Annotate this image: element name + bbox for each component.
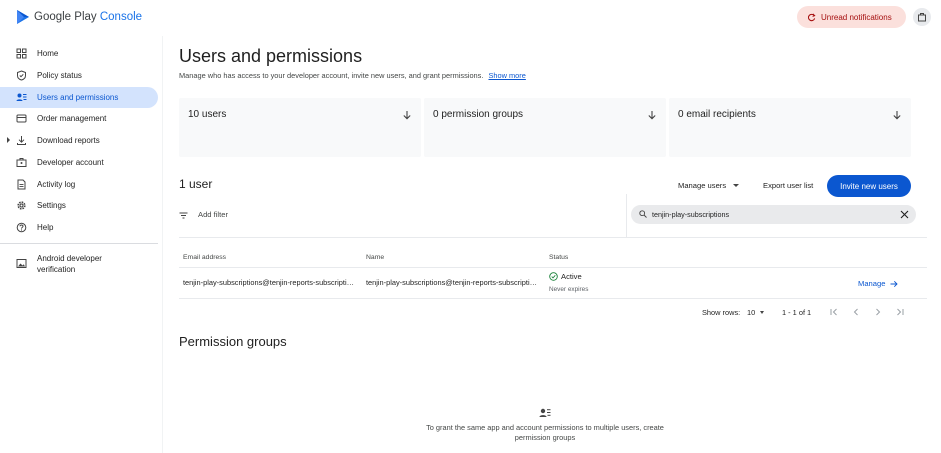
card-title: 0 permission groups: [433, 109, 524, 120]
column-header-email[interactable]: Email address: [183, 254, 226, 261]
expand-caret-icon[interactable]: [7, 137, 10, 143]
sidebar-item-home[interactable]: Home: [0, 43, 158, 64]
add-filter-button[interactable]: Add filter: [198, 210, 228, 219]
sidebar-item-activity-log[interactable]: Activity log: [0, 174, 158, 195]
sidebar-item-label: Policy status: [37, 71, 82, 80]
logo-prefix: Google Play: [34, 11, 97, 23]
column-header-name[interactable]: Name: [366, 254, 384, 261]
search-icon: [639, 210, 647, 218]
manage-users-label: Manage users: [678, 181, 727, 190]
unread-notifications-button[interactable]: Unread notifications: [797, 6, 906, 28]
notification-refresh-icon: [807, 13, 816, 21]
filter-divider: [626, 194, 627, 238]
dropdown-arrow-icon: [760, 311, 765, 314]
play-logo-icon: [17, 10, 29, 24]
sidebar-item-label: Users and permissions: [37, 93, 119, 102]
top-header: Google Play Console Unread notifications: [0, 0, 941, 36]
user-email-cell: tenjin-play-subscriptions@tenjin-reports…: [183, 278, 356, 287]
export-user-list-button[interactable]: Export user list: [763, 181, 813, 190]
arrow-down-icon: [647, 110, 657, 120]
sidebar-item-settings[interactable]: Settings: [0, 195, 158, 216]
rows-per-page-label: Show rows:: [702, 308, 741, 317]
main-content: Users and permissions Manage who has acc…: [162, 36, 941, 453]
sidebar-nav: Home Policy status Users and permissions…: [0, 36, 162, 453]
email-recipients-summary-card[interactable]: 0 email recipients: [669, 98, 911, 157]
rows-per-page-select[interactable]: 10: [747, 308, 765, 317]
clear-search-icon[interactable]: [900, 210, 909, 219]
sidebar-item-users-and-permissions[interactable]: Users and permissions: [0, 87, 158, 108]
google-play-console-logo[interactable]: Google Play Console: [16, 9, 142, 25]
column-header-status[interactable]: Status: [549, 254, 568, 261]
page-subtitle-text: Manage who has access to your developer …: [179, 71, 484, 80]
sidebar-item-android-developer-verification[interactable]: Android developer verification: [0, 252, 158, 278]
shield-icon: [16, 70, 27, 81]
next-page-icon[interactable]: [873, 307, 883, 317]
card-title: 10 users: [188, 109, 227, 120]
manage-link-label: Manage: [858, 279, 886, 288]
manage-users-dropdown[interactable]: Manage users: [678, 181, 740, 190]
last-page-icon[interactable]: [895, 307, 905, 317]
sidebar-item-label: Developer account: [37, 158, 104, 167]
document-icon: [16, 179, 27, 190]
logo-text: Google Play Console: [34, 11, 142, 23]
sidebar-item-download-reports[interactable]: Download reports: [0, 130, 158, 151]
user-name-cell: tenjin-play-subscriptions@tenjin-reports…: [366, 278, 539, 287]
status-text: Active: [561, 272, 582, 281]
image-icon: [16, 258, 27, 269]
permission-groups-heading: Permission groups: [179, 334, 287, 349]
filter-bar: Add filter tenjin-play-subscriptions: [179, 194, 927, 238]
sidebar-item-order-management[interactable]: Order management: [0, 108, 158, 129]
table-header-divider: [179, 267, 927, 268]
filter-icon: [179, 211, 188, 220]
status-badge: Active: [549, 272, 582, 281]
search-value: tenjin-play-subscriptions: [652, 210, 730, 219]
sidebar-item-label: Android developer verification: [37, 254, 102, 274]
sidebar-item-label: Order management: [37, 114, 107, 123]
sidebar-item-policy-status[interactable]: Policy status: [0, 65, 158, 86]
previous-page-icon[interactable]: [851, 307, 861, 317]
sidebar-item-label: Home: [37, 49, 59, 58]
group-users-icon: [539, 407, 551, 419]
logo-suffix: Console: [99, 11, 143, 23]
download-icon: [16, 135, 27, 146]
users-icon: [16, 92, 27, 103]
rows-per-page-value: 10: [747, 308, 756, 317]
page-subtitle: Manage who has access to your developer …: [179, 71, 526, 80]
search-input[interactable]: tenjin-play-subscriptions: [631, 205, 916, 224]
sidebar-item-developer-account[interactable]: Developer account: [0, 152, 158, 173]
users-count-heading: 1 user: [179, 177, 213, 191]
card-icon: [16, 113, 27, 124]
status-expiry: Never expires: [549, 286, 589, 293]
arrow-down-icon: [892, 110, 902, 120]
sidebar-item-label: Settings: [37, 201, 66, 210]
grid-icon: [16, 48, 27, 59]
gear-icon: [16, 200, 27, 211]
sidebar-item-help[interactable]: Help: [0, 217, 158, 238]
first-page-icon[interactable]: [829, 307, 839, 317]
arrow-down-icon: [402, 110, 412, 120]
page-title: Users and permissions: [179, 46, 363, 66]
permission-groups-summary-card[interactable]: 0 permission groups: [424, 98, 666, 157]
sidebar-item-label: Activity log: [37, 180, 76, 189]
table-pagination: Show rows: 10 1 - 1 of 1: [179, 298, 927, 328]
users-summary-card[interactable]: 10 users: [179, 98, 421, 157]
help-icon: [16, 222, 27, 233]
show-more-link[interactable]: Show more: [488, 71, 525, 80]
check-circle-icon: [549, 272, 558, 281]
sidebar-divider: [0, 243, 158, 244]
briefcase-icon: [16, 157, 27, 168]
sidebar-item-label: Download reports: [37, 136, 100, 145]
account-icon: [918, 13, 926, 22]
card-title: 0 email recipients: [678, 109, 756, 120]
pagination-range: 1 - 1 of 1: [782, 308, 812, 317]
account-avatar[interactable]: [913, 8, 931, 26]
sidebar-item-label: Help: [37, 223, 54, 232]
dropdown-arrow-icon: [733, 184, 740, 187]
manage-user-link[interactable]: Manage: [858, 279, 899, 288]
notifications-label: Unread notifications: [821, 12, 892, 22]
permission-groups-empty-text: To grant the same app and account permis…: [426, 423, 664, 442]
arrow-right-icon: [890, 280, 899, 287]
